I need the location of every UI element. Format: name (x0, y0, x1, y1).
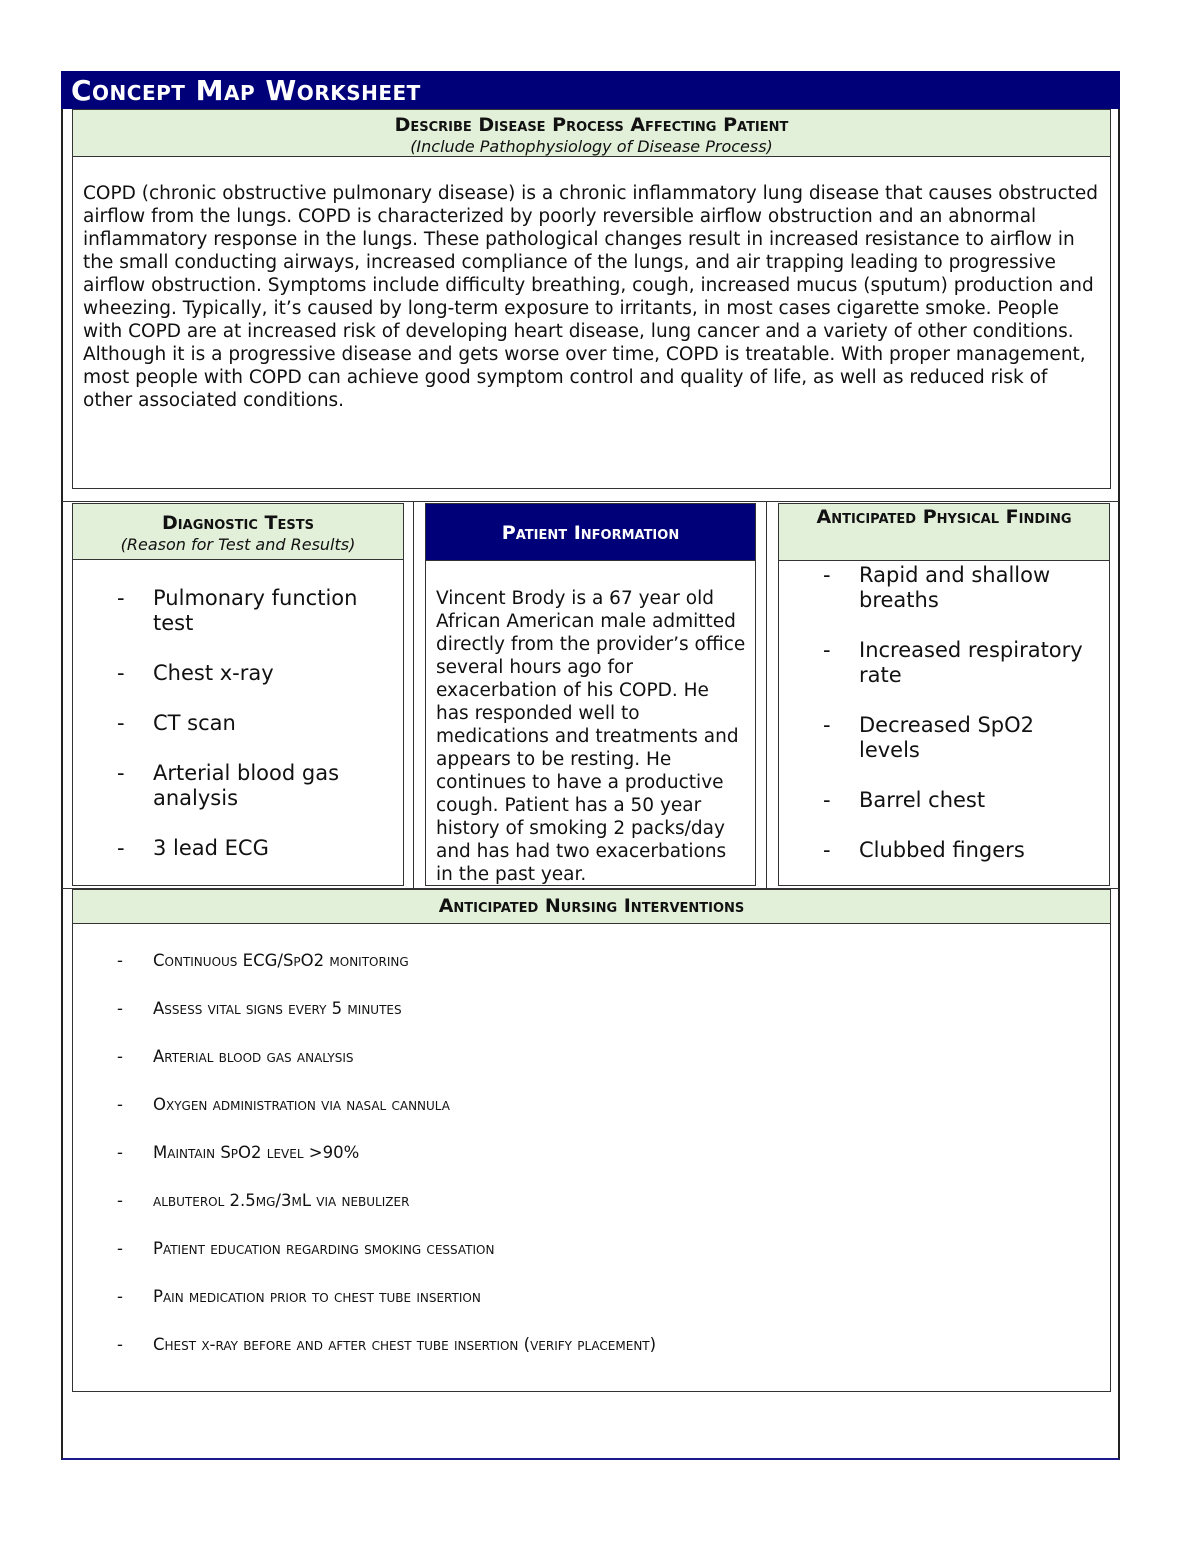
list-item: - Pain medication prior to chest tube ins… (117, 1287, 481, 1306)
title-bar: Concept Map Worksheet (61, 71, 1120, 109)
disease-process-body: COPD (chronic obstructive pulmonary dise… (72, 156, 1111, 489)
list-item: - Oxygen administration via nasal cannula (117, 1095, 450, 1114)
disease-process-subheading: (Include Pathophysiology of Disease Proc… (410, 137, 773, 156)
list-item: - Rapid and shallow breaths (823, 563, 1051, 612)
nursing-interventions-body: - Continuous ECG/SpO2 monitoring - Assess … (72, 923, 1111, 1392)
list-item: - Decreased SpO2 levels (823, 713, 1035, 762)
column-divider (766, 502, 767, 889)
disease-process-heading: Describe Disease Process Affecting Patie… (394, 114, 789, 136)
physical-findings-list: - Rapid and shallow breaths - Increased re… (779, 561, 1109, 863)
list-item: -3 lead ECG (117, 836, 269, 860)
list-item: - Arterial blood gas analysis (117, 1047, 354, 1066)
nursing-interventions-header: Anticipated Nursing Interventions (72, 889, 1111, 924)
patient-information-text: Vincent Brody is a 67 year old African A… (436, 588, 746, 885)
section-divider (62, 501, 1119, 502)
diagnostic-tests-subheading: (Reason for Test and Results) (120, 535, 356, 554)
page-title: Concept Map Worksheet (71, 74, 421, 107)
list-item: - Chest x-ray before and after chest tube… (117, 1335, 657, 1354)
list-item: - Barrel chest (823, 788, 986, 812)
list-item: - Continuous ECG/SpO2 monitoring (117, 951, 409, 970)
nursing-interventions-list: - Continuous ECG/SpO2 monitoring - Assess … (73, 924, 1110, 1382)
list-item: - Pulmonary function test (117, 586, 358, 635)
diagnostic-tests-body: - Pulmonary function test - Chest x-ray -C… (72, 559, 404, 886)
column-divider (413, 502, 414, 889)
physical-findings-header: Anticipated Physical Finding (778, 503, 1110, 561)
patient-information-heading: Patient Information (501, 522, 680, 544)
patient-information-body: Vincent Brody is a 67 year old African A… (425, 560, 756, 886)
diagnostic-tests-heading: Diagnostic Tests (162, 512, 314, 534)
list-item: - CT scan (117, 711, 236, 735)
physical-findings-body: - Rapid and shallow breaths - Increased re… (778, 560, 1110, 886)
list-item: - Assess vital signs every 5 minutes (117, 999, 402, 1018)
nursing-interventions-heading: Anticipated Nursing Interventions (438, 895, 745, 917)
list-item: - Arterial blood gas analysis (117, 761, 340, 810)
list-item: - Patient education regarding smoking ces… (117, 1239, 495, 1258)
physical-findings-heading: Anticipated Physical Finding (816, 506, 1072, 528)
diagnostic-tests-header: Diagnostic Tests (Reason for Test and Re… (72, 503, 404, 560)
list-item: - Clubbed fingers (823, 838, 1025, 862)
diagnostic-tests-list: - Pulmonary function test - Chest x-ray -C… (73, 560, 403, 861)
disease-process-header: Describe Disease Process Affecting Patie… (72, 109, 1111, 157)
list-item: - albuterol 2.5mg/3mL via nebulizer (117, 1191, 410, 1210)
disease-process-text: COPD (chronic obstructive pulmonary dise… (83, 183, 1099, 411)
list-item: - Chest x-ray (117, 661, 274, 685)
patient-information-header: Patient Information (425, 503, 756, 561)
list-item: - Increased respiratory rate (823, 638, 1083, 687)
list-item: - Maintain SpO2 level >90% (117, 1143, 360, 1162)
